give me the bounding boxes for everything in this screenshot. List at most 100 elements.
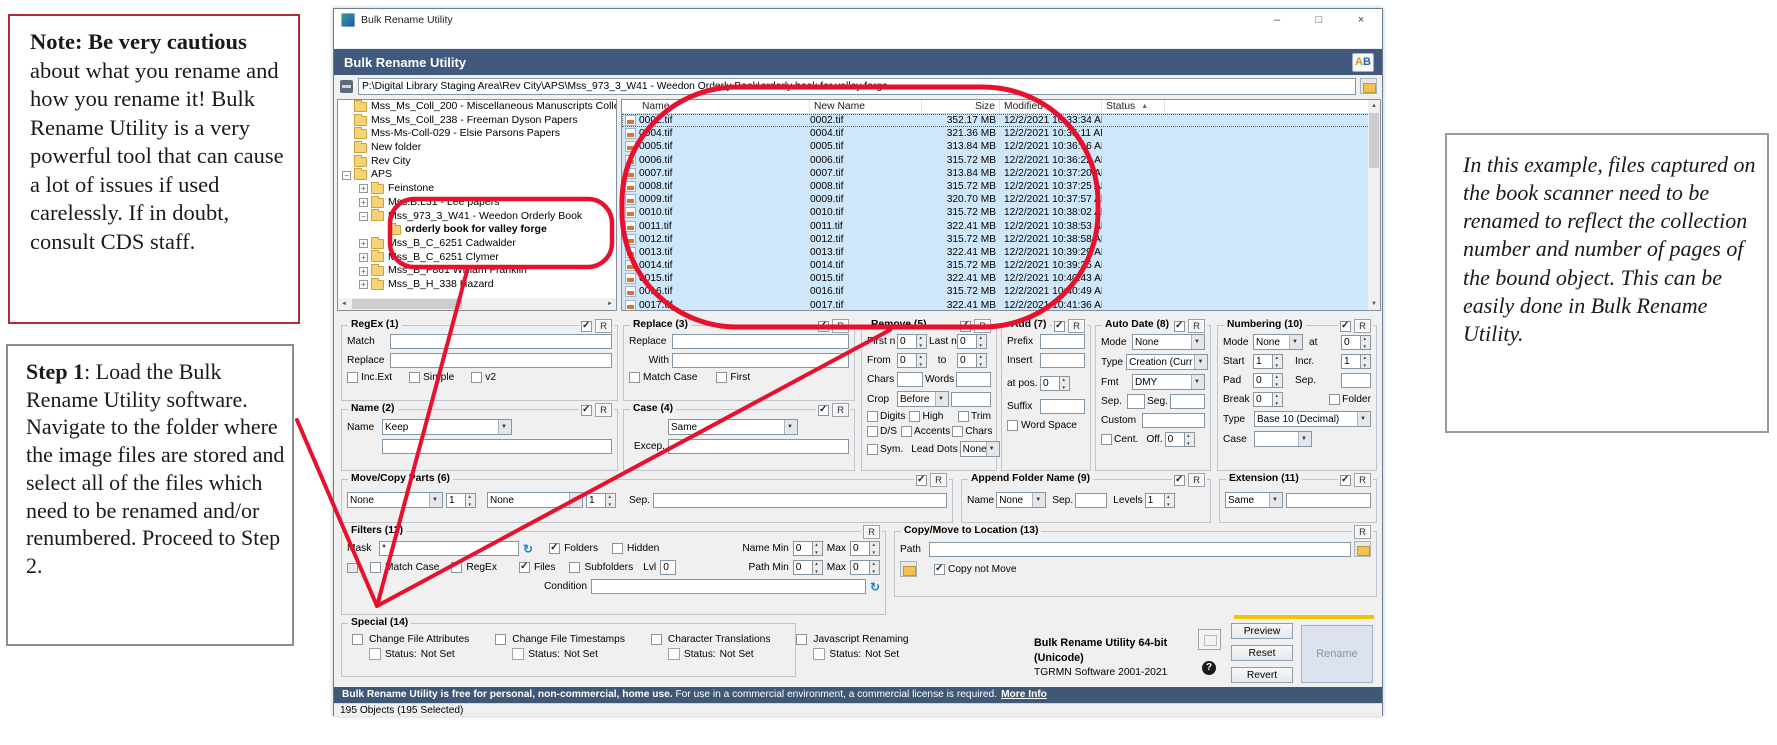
more-info-link[interactable]: More Info (1001, 689, 1047, 700)
condition-input[interactable] (591, 579, 866, 594)
date-custom-input[interactable] (1142, 413, 1205, 428)
tree-item[interactable]: − APS (338, 168, 616, 182)
append-sep-input[interactable] (1075, 493, 1107, 508)
panel-reset-button[interactable]: R (863, 525, 880, 539)
case-mode-dropdown[interactable]: Same (668, 419, 798, 435)
file-row[interactable]: 0008.tif 0008.tif 315.72 MB 12/2/2021 10… (622, 180, 1380, 193)
browse-folder-icon[interactable] (1354, 541, 1371, 557)
panel-reset-button[interactable]: R (595, 319, 612, 333)
file-row[interactable]: 0007.tif 0007.tif 313.84 MB 12/2/2021 10… (622, 167, 1380, 180)
numbering-pad-spinner[interactable] (1253, 373, 1283, 388)
name-max-spinner[interactable] (850, 541, 880, 556)
move-copy-to-dropdown[interactable]: None (487, 492, 583, 508)
scrollbar-thumb[interactable] (1369, 113, 1379, 168)
path-min-spinner[interactable] (793, 560, 823, 575)
folders-checkbox[interactable] (549, 543, 560, 554)
tray-button[interactable] (1198, 629, 1221, 650)
regex-match-input[interactable] (390, 334, 612, 349)
inc-ext-checkbox[interactable] (347, 372, 358, 383)
tree-expander-icon[interactable]: + (359, 253, 368, 262)
numbering-mode-dropdown[interactable]: None (1253, 334, 1303, 350)
regex-replace-input[interactable] (390, 353, 612, 368)
special-item-checkbox[interactable] (352, 634, 363, 645)
reset-button[interactable]: Reset (1231, 645, 1293, 661)
digits-checkbox[interactable] (867, 411, 878, 422)
move-copy-n2-spinner[interactable] (586, 493, 616, 508)
file-row[interactable]: 0010.tif 0010.tif 315.72 MB 12/2/2021 10… (622, 206, 1380, 219)
revert-button[interactable]: Revert (1231, 667, 1293, 683)
tree-item[interactable]: Rev City (338, 155, 616, 169)
case-excep-input[interactable] (668, 439, 849, 454)
filter-match-case-checkbox[interactable] (370, 562, 381, 573)
numbering-start-spinner[interactable] (1253, 354, 1283, 369)
new-folder-icon[interactable] (900, 561, 917, 577)
path-max-spinner[interactable] (850, 560, 880, 575)
close-button[interactable]: × (1340, 9, 1382, 31)
tree-item[interactable]: + Mss_B_H_338 Hazard (338, 278, 616, 292)
file-row[interactable]: 0012.tif 0012.tif 315.72 MB 12/2/2021 10… (622, 233, 1380, 246)
to-spinner[interactable] (957, 353, 987, 368)
tree-item[interactable]: Mss_Ms_Coll_200 - Miscellaneous Manuscri… (338, 100, 616, 114)
file-row[interactable]: 0016.tif 0016.tif 315.72 MB 12/2/2021 10… (622, 285, 1380, 298)
word-space-checkbox[interactable] (1007, 420, 1018, 431)
accents-checkbox[interactable] (901, 426, 912, 437)
rename-button[interactable]: Rename (1301, 625, 1373, 683)
sym-checkbox[interactable] (867, 444, 878, 455)
crop-dropdown[interactable]: Before (897, 391, 949, 407)
special-item-checkbox[interactable] (796, 634, 807, 645)
preview-button[interactable]: Preview (1231, 623, 1293, 639)
refresh-icon[interactable]: ↻ (870, 581, 880, 593)
panel-enable-checkbox[interactable] (818, 321, 829, 332)
filter-regex-checkbox[interactable] (451, 562, 462, 573)
date-sep-input[interactable] (1127, 394, 1145, 409)
tree-expander-icon[interactable]: + (359, 198, 368, 207)
last-n-spinner[interactable] (957, 334, 987, 349)
file-list-header[interactable]: Name New Name Size Modified Status▲ (622, 100, 1380, 114)
numbering-case-dropdown[interactable] (1254, 431, 1312, 447)
suffix-input[interactable] (1040, 399, 1085, 414)
prefix-input[interactable] (1040, 334, 1085, 349)
file-row[interactable]: 0011.tif 0011.tif 322.41 MB 12/2/2021 10… (622, 220, 1380, 233)
name-min-spinner[interactable] (793, 541, 823, 556)
tree-expander-icon[interactable]: + (359, 184, 368, 193)
replace-input[interactable] (672, 334, 849, 349)
move-copy-from-dropdown[interactable]: None (347, 492, 443, 508)
tree-expander-icon[interactable]: + (359, 267, 368, 276)
append-levels-spinner[interactable] (1145, 493, 1175, 508)
minimize-button[interactable]: – (1256, 9, 1298, 31)
at-pos-spinner[interactable] (1040, 376, 1070, 391)
panel-reset-button[interactable]: R (930, 473, 947, 487)
move-copy-n1-spinner[interactable] (446, 493, 476, 508)
tree-item[interactable]: − Mss_973_3_W41 - Weedon Orderly Book (338, 210, 616, 224)
numbering-at-spinner[interactable] (1341, 335, 1371, 350)
numbering-folder-checkbox[interactable] (1329, 394, 1340, 405)
chars-checkbox[interactable] (952, 426, 963, 437)
special-item-checkbox[interactable] (495, 634, 506, 645)
file-row[interactable]: 0017.tif 0017.tif 322.41 MB 12/2/2021 10… (622, 299, 1380, 311)
scroll-right-icon[interactable]: ► (604, 301, 616, 307)
scrollbar-thumb[interactable] (352, 299, 462, 309)
panel-reset-button[interactable]: R (832, 403, 849, 417)
tree-item[interactable]: Mss-Ms-Coll-029 - Elsie Parsons Papers (338, 127, 616, 141)
cent-checkbox[interactable] (1101, 434, 1112, 445)
panel-enable-checkbox[interactable] (818, 405, 829, 416)
numbering-sep-input[interactable] (1341, 373, 1371, 388)
file-row[interactable]: 0014.tif 0014.tif 315.72 MB 12/2/2021 10… (622, 259, 1380, 272)
crop-input[interactable] (951, 392, 991, 407)
first-checkbox[interactable] (716, 372, 727, 383)
tree-horizontal-scrollbar[interactable]: ◄ ► (338, 298, 616, 310)
move-copy-sep-input[interactable] (653, 493, 947, 508)
column-header-size[interactable]: Size (922, 100, 1000, 113)
append-name-dropdown[interactable]: None (996, 492, 1046, 508)
tree-item[interactable]: New folder (338, 141, 616, 155)
column-header-name[interactable]: Name (622, 100, 810, 113)
date-mode-dropdown[interactable]: None (1132, 334, 1205, 350)
panel-enable-checkbox[interactable] (1174, 475, 1185, 486)
from-spinner[interactable] (897, 353, 927, 368)
file-row[interactable]: 0005.tif 0005.tif 313.84 MB 12/2/2021 10… (622, 140, 1380, 153)
with-input[interactable] (672, 353, 849, 368)
tree-expander-icon[interactable]: + (359, 239, 368, 248)
file-row[interactable]: 0006.tif 0006.tif 315.72 MB 12/2/2021 10… (622, 154, 1380, 167)
lvl-input[interactable] (660, 560, 676, 575)
v2-checkbox[interactable] (471, 372, 482, 383)
